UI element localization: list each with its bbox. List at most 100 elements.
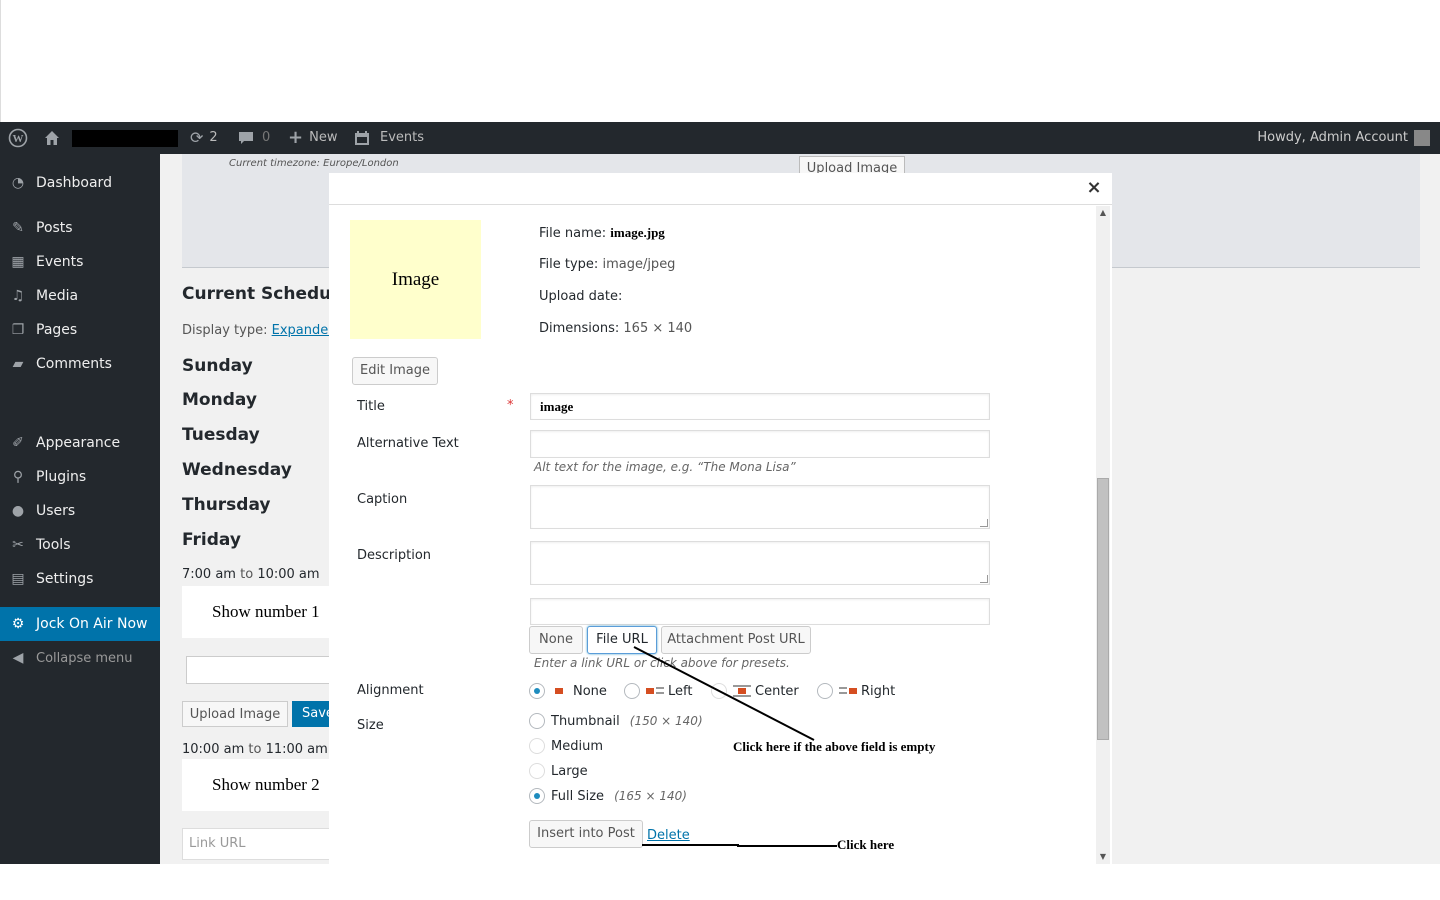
admin-bar: W ⟳ 2 0 + New Events Howdy, Admin Accoun… [0,122,1440,154]
sidebar-item-jock-on-air-now[interactable]: ⚙ Jock On Air Now [0,607,160,641]
modal-scrollbar[interactable]: ▲ ▼ [1096,206,1110,864]
pages-icon: ❐ [11,322,25,338]
size-medium-option[interactable]: Medium [529,738,603,754]
edit-image-button[interactable]: Edit Image [352,357,438,385]
sidebar-item-label: Collapse menu [36,650,133,666]
caption-label: Caption [357,492,408,507]
sidebar-item-dashboard[interactable]: ◔ Dashboard [0,166,160,200]
upload-image-button[interactable]: Upload Image [182,701,288,727]
size-large-option[interactable]: Large [529,763,588,779]
link-url-input[interactable]: Link URL [182,828,330,860]
home-icon[interactable] [44,122,60,154]
align-right-radio[interactable] [817,683,833,699]
sidebar-item-plugins[interactable]: ⚲ Plugins [0,460,160,494]
attachment-details: Image File name: image.jpg File type: im… [341,206,1082,864]
sidebar-item-label: Appearance [36,435,121,451]
updates-item[interactable]: ⟳ 2 [190,122,218,154]
align-right-option[interactable]: Right [817,683,895,699]
collapse-icon: ◀ [12,650,24,666]
file-type-value: image/jpeg [602,257,676,272]
sidebar-item-posts[interactable]: ✎ Posts [0,211,160,245]
dashboard-icon: ◔ [11,175,25,191]
align-left-option[interactable]: Left [624,683,692,699]
align-left-radio[interactable] [624,683,640,699]
size-large-radio[interactable] [529,763,545,779]
dimensions-value: 165 × 140 [623,321,693,336]
title-field[interactable]: image [530,393,990,420]
resize-grip-icon[interactable] [980,575,988,583]
display-type: Display type: Expanded [182,323,337,338]
align-center-radio[interactable] [711,683,727,699]
day-monday: Monday [182,390,257,410]
modal-header: × [329,173,1112,205]
day-tuesday: Tuesday [182,425,260,445]
scroll-down-arrow-icon[interactable]: ▼ [1096,850,1110,864]
size-full-hint: (165 × 140) [614,789,687,803]
sidebar-item-events[interactable]: ▦ Events [0,245,160,279]
media-modal: × ▲ ▼ Image File name: image.jpg File ty… [329,173,1112,864]
plus-icon: + [288,127,304,148]
file-type-label: File type: [539,257,599,272]
site-name-redacted[interactable] [72,130,178,147]
align-none-radio[interactable] [529,683,545,699]
caption-field[interactable] [530,485,990,529]
day-thursday: Thursday [182,495,271,515]
alt-text-field[interactable] [530,430,990,458]
sidebar-item-appearance[interactable]: ✐ Appearance [0,426,160,460]
align-center-label: Center [755,683,799,699]
sidebar-item-label: Pages [36,322,78,338]
sidebar-item-users[interactable]: ● Users [0,494,160,528]
link-url-field[interactable] [530,598,990,625]
align-none-option[interactable]: None [529,683,607,699]
close-button[interactable]: × [1082,176,1106,200]
sidebar-item-pages[interactable]: ❐ Pages [0,313,160,347]
description-field[interactable] [530,541,990,585]
scroll-thumb[interactable] [1097,478,1109,740]
sidebar-item-label: Posts [36,220,73,236]
sidebar-item-tools[interactable]: ✂ Tools [0,528,160,562]
align-left-icon [646,685,664,697]
size-thumbnail-radio[interactable] [529,713,545,729]
save-button[interactable]: Save [292,701,330,727]
howdy-text: Howdy, Admin Account [1257,130,1408,145]
collapse-menu-button[interactable]: ◀ Collapse menu [0,641,160,675]
image-thumbnail: Image [350,220,481,339]
sidebar-item-label: Settings [36,571,94,587]
display-type-link[interactable]: Expanded [272,323,337,338]
sidebar-item-label: Plugins [36,469,87,485]
sidebar-item-label: Events [36,254,84,270]
my-account-item[interactable]: Howdy, Admin Account [1257,122,1408,154]
events-item[interactable]: Events [354,122,424,154]
comment-bubble-icon [239,132,253,144]
align-right-label: Right [861,683,896,699]
link-file-url-button[interactable]: File URL [587,626,657,654]
scroll-up-arrow-icon[interactable]: ▲ [1096,206,1110,220]
delete-link[interactable]: Delete [647,828,690,843]
wordpress-logo-icon[interactable]: W [8,122,28,154]
timezone-note: Current timezone: Europe/London [229,158,399,169]
sidebar-item-label: Comments [36,356,112,372]
new-content-item[interactable]: + New [288,122,337,154]
size-thumbnail-option[interactable]: Thumbnail (150 × 140) [529,713,703,729]
link-attachment-post-url-button[interactable]: Attachment Post URL [661,626,811,654]
sidebar-item-media[interactable]: ♫ Media [0,279,160,313]
link-none-button[interactable]: None [529,626,583,654]
avatar[interactable] [1414,130,1430,146]
show-input[interactable] [186,656,330,684]
comments-item[interactable]: 0 [238,122,270,154]
size-medium-radio[interactable] [529,738,545,754]
size-full-label: Full Size [551,788,605,804]
align-center-option[interactable]: Center [711,683,799,699]
size-full-option[interactable]: Full Size (165 × 140) [529,788,687,804]
insert-into-post-button[interactable]: Insert into Post [529,820,643,848]
resize-grip-icon[interactable] [980,519,988,527]
slot-to: to [248,742,262,757]
sidebar-item-comments[interactable]: ▰ Comments [0,347,160,381]
sidebar-item-settings[interactable]: ▤ Settings [0,562,160,596]
alignment-label: Alignment [357,683,424,698]
settings-icon: ▤ [11,571,25,587]
size-full-radio[interactable] [529,788,545,804]
size-label: Size [357,718,384,733]
events-label: Events [380,130,425,145]
alt-text-label: Alternative Text [357,436,459,451]
